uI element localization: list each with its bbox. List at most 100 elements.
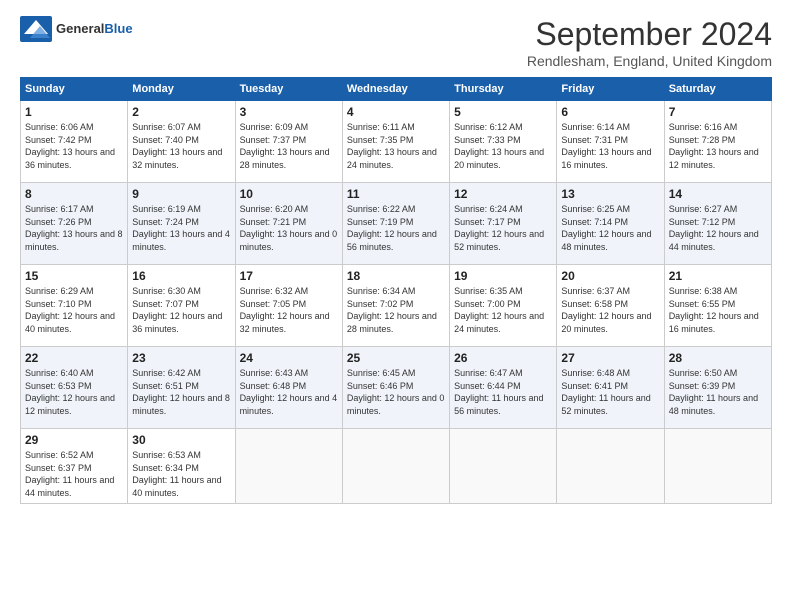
- day-info: Sunrise: 6:24 AMSunset: 7:17 PMDaylight:…: [454, 203, 552, 253]
- calendar-cell: 29 Sunrise: 6:52 AMSunset: 6:37 PMDayligh…: [21, 429, 128, 504]
- calendar-cell: 8 Sunrise: 6:17 AMSunset: 7:26 PMDaylight…: [21, 183, 128, 265]
- day-number: 23: [132, 351, 230, 365]
- day-number: 13: [561, 187, 659, 201]
- calendar-cell: [235, 429, 342, 504]
- calendar-cell: 9 Sunrise: 6:19 AMSunset: 7:24 PMDaylight…: [128, 183, 235, 265]
- calendar-cell: 4 Sunrise: 6:11 AMSunset: 7:35 PMDaylight…: [342, 101, 449, 183]
- calendar-cell: 20 Sunrise: 6:37 AMSunset: 6:58 PMDayligh…: [557, 265, 664, 347]
- calendar-cell: 7 Sunrise: 6:16 AMSunset: 7:28 PMDaylight…: [664, 101, 771, 183]
- calendar-cell: 2 Sunrise: 6:07 AMSunset: 7:40 PMDaylight…: [128, 101, 235, 183]
- weekday-header-saturday: Saturday: [664, 78, 771, 101]
- day-number: 5: [454, 105, 552, 119]
- day-info: Sunrise: 6:12 AMSunset: 7:33 PMDaylight:…: [454, 121, 552, 171]
- day-info: Sunrise: 6:16 AMSunset: 7:28 PMDaylight:…: [669, 121, 767, 171]
- logo-general: General: [56, 21, 104, 36]
- calendar-cell: 14 Sunrise: 6:27 AMSunset: 7:12 PMDayligh…: [664, 183, 771, 265]
- calendar-cell: 17 Sunrise: 6:32 AMSunset: 7:05 PMDayligh…: [235, 265, 342, 347]
- calendar-cell: 28 Sunrise: 6:50 AMSunset: 6:39 PMDayligh…: [664, 347, 771, 429]
- day-info: Sunrise: 6:42 AMSunset: 6:51 PMDaylight:…: [132, 367, 230, 417]
- day-info: Sunrise: 6:50 AMSunset: 6:39 PMDaylight:…: [669, 367, 767, 417]
- weekday-header-thursday: Thursday: [450, 78, 557, 101]
- day-number: 16: [132, 269, 230, 283]
- day-info: Sunrise: 6:37 AMSunset: 6:58 PMDaylight:…: [561, 285, 659, 335]
- day-info: Sunrise: 6:22 AMSunset: 7:19 PMDaylight:…: [347, 203, 445, 253]
- day-info: Sunrise: 6:53 AMSunset: 6:34 PMDaylight:…: [132, 449, 230, 499]
- day-number: 10: [240, 187, 338, 201]
- day-info: Sunrise: 6:30 AMSunset: 7:07 PMDaylight:…: [132, 285, 230, 335]
- day-number: 4: [347, 105, 445, 119]
- weekday-header-monday: Monday: [128, 78, 235, 101]
- day-number: 25: [347, 351, 445, 365]
- day-info: Sunrise: 6:43 AMSunset: 6:48 PMDaylight:…: [240, 367, 338, 417]
- day-info: Sunrise: 6:25 AMSunset: 7:14 PMDaylight:…: [561, 203, 659, 253]
- calendar-cell: [450, 429, 557, 504]
- day-number: 26: [454, 351, 552, 365]
- day-number: 14: [669, 187, 767, 201]
- day-info: Sunrise: 6:20 AMSunset: 7:21 PMDaylight:…: [240, 203, 338, 253]
- day-number: 8: [25, 187, 123, 201]
- day-number: 30: [132, 433, 230, 447]
- calendar-cell: 6 Sunrise: 6:14 AMSunset: 7:31 PMDaylight…: [557, 101, 664, 183]
- day-number: 24: [240, 351, 338, 365]
- location-title: Rendlesham, England, United Kingdom: [527, 53, 772, 69]
- month-title: September 2024: [527, 16, 772, 53]
- day-info: Sunrise: 6:06 AMSunset: 7:42 PMDaylight:…: [25, 121, 123, 171]
- calendar: SundayMondayTuesdayWednesdayThursdayFrid…: [20, 77, 772, 504]
- day-number: 9: [132, 187, 230, 201]
- day-number: 19: [454, 269, 552, 283]
- calendar-cell: 13 Sunrise: 6:25 AMSunset: 7:14 PMDayligh…: [557, 183, 664, 265]
- day-number: 6: [561, 105, 659, 119]
- day-info: Sunrise: 6:52 AMSunset: 6:37 PMDaylight:…: [25, 449, 123, 499]
- day-number: 22: [25, 351, 123, 365]
- calendar-cell: 25Sunrise: 6:45 AMSunset: 6:46 PMDayligh…: [342, 347, 449, 429]
- day-info: Sunrise: 6:17 AMSunset: 7:26 PMDaylight:…: [25, 203, 123, 253]
- calendar-cell: 15Sunrise: 6:29 AMSunset: 7:10 PMDayligh…: [21, 265, 128, 347]
- day-info: Sunrise: 6:19 AMSunset: 7:24 PMDaylight:…: [132, 203, 230, 253]
- calendar-cell: 27 Sunrise: 6:48 AMSunset: 6:41 PMDayligh…: [557, 347, 664, 429]
- calendar-cell: 10 Sunrise: 6:20 AMSunset: 7:21 PMDayligh…: [235, 183, 342, 265]
- calendar-cell: [664, 429, 771, 504]
- day-info: Sunrise: 6:48 AMSunset: 6:41 PMDaylight:…: [561, 367, 659, 417]
- calendar-cell: 3Sunrise: 6:09 AMSunset: 7:37 PMDaylight…: [235, 101, 342, 183]
- day-number: 21: [669, 269, 767, 283]
- day-info: Sunrise: 6:47 AMSunset: 6:44 PMDaylight:…: [454, 367, 552, 417]
- day-number: 12: [454, 187, 552, 201]
- calendar-cell: 11 Sunrise: 6:22 AMSunset: 7:19 PMDayligh…: [342, 183, 449, 265]
- calendar-cell: 26 Sunrise: 6:47 AMSunset: 6:44 PMDayligh…: [450, 347, 557, 429]
- day-number: 20: [561, 269, 659, 283]
- calendar-cell: 1Sunrise: 6:06 AMSunset: 7:42 PMDaylight…: [21, 101, 128, 183]
- day-number: 11: [347, 187, 445, 201]
- weekday-header-sunday: Sunday: [21, 78, 128, 101]
- day-info: Sunrise: 6:32 AMSunset: 7:05 PMDaylight:…: [240, 285, 338, 335]
- day-number: 17: [240, 269, 338, 283]
- weekday-header-wednesday: Wednesday: [342, 78, 449, 101]
- calendar-cell: 16 Sunrise: 6:30 AMSunset: 7:07 PMDayligh…: [128, 265, 235, 347]
- calendar-cell: [557, 429, 664, 504]
- day-number: 7: [669, 105, 767, 119]
- calendar-cell: [342, 429, 449, 504]
- calendar-cell: 30 Sunrise: 6:53 AMSunset: 6:34 PMDayligh…: [128, 429, 235, 504]
- day-number: 28: [669, 351, 767, 365]
- logo: GeneralBlue: [20, 16, 133, 42]
- day-number: 2: [132, 105, 230, 119]
- calendar-cell: 12 Sunrise: 6:24 AMSunset: 7:17 PMDayligh…: [450, 183, 557, 265]
- day-info: Sunrise: 6:35 AMSunset: 7:00 PMDaylight:…: [454, 285, 552, 335]
- day-number: 27: [561, 351, 659, 365]
- day-info: Sunrise: 6:14 AMSunset: 7:31 PMDaylight:…: [561, 121, 659, 171]
- calendar-cell: 5 Sunrise: 6:12 AMSunset: 7:33 PMDaylight…: [450, 101, 557, 183]
- day-info: Sunrise: 6:11 AMSunset: 7:35 PMDaylight:…: [347, 121, 445, 171]
- calendar-cell: 24 Sunrise: 6:43 AMSunset: 6:48 PMDayligh…: [235, 347, 342, 429]
- calendar-cell: 21 Sunrise: 6:38 AMSunset: 6:55 PMDayligh…: [664, 265, 771, 347]
- day-info: Sunrise: 6:27 AMSunset: 7:12 PMDaylight:…: [669, 203, 767, 253]
- day-number: 29: [25, 433, 123, 447]
- calendar-cell: 23 Sunrise: 6:42 AMSunset: 6:51 PMDayligh…: [128, 347, 235, 429]
- day-info: Sunrise: 6:07 AMSunset: 7:40 PMDaylight:…: [132, 121, 230, 171]
- logo-blue: Blue: [104, 21, 132, 36]
- day-number: 3: [240, 105, 338, 119]
- calendar-cell: 22Sunrise: 6:40 AMSunset: 6:53 PMDayligh…: [21, 347, 128, 429]
- day-info: Sunrise: 6:38 AMSunset: 6:55 PMDaylight:…: [669, 285, 767, 335]
- day-info: Sunrise: 6:29 AMSunset: 7:10 PMDaylight:…: [25, 285, 123, 335]
- day-info: Sunrise: 6:34 AMSunset: 7:02 PMDaylight:…: [347, 285, 445, 335]
- day-number: 18: [347, 269, 445, 283]
- calendar-cell: 19 Sunrise: 6:35 AMSunset: 7:00 PMDayligh…: [450, 265, 557, 347]
